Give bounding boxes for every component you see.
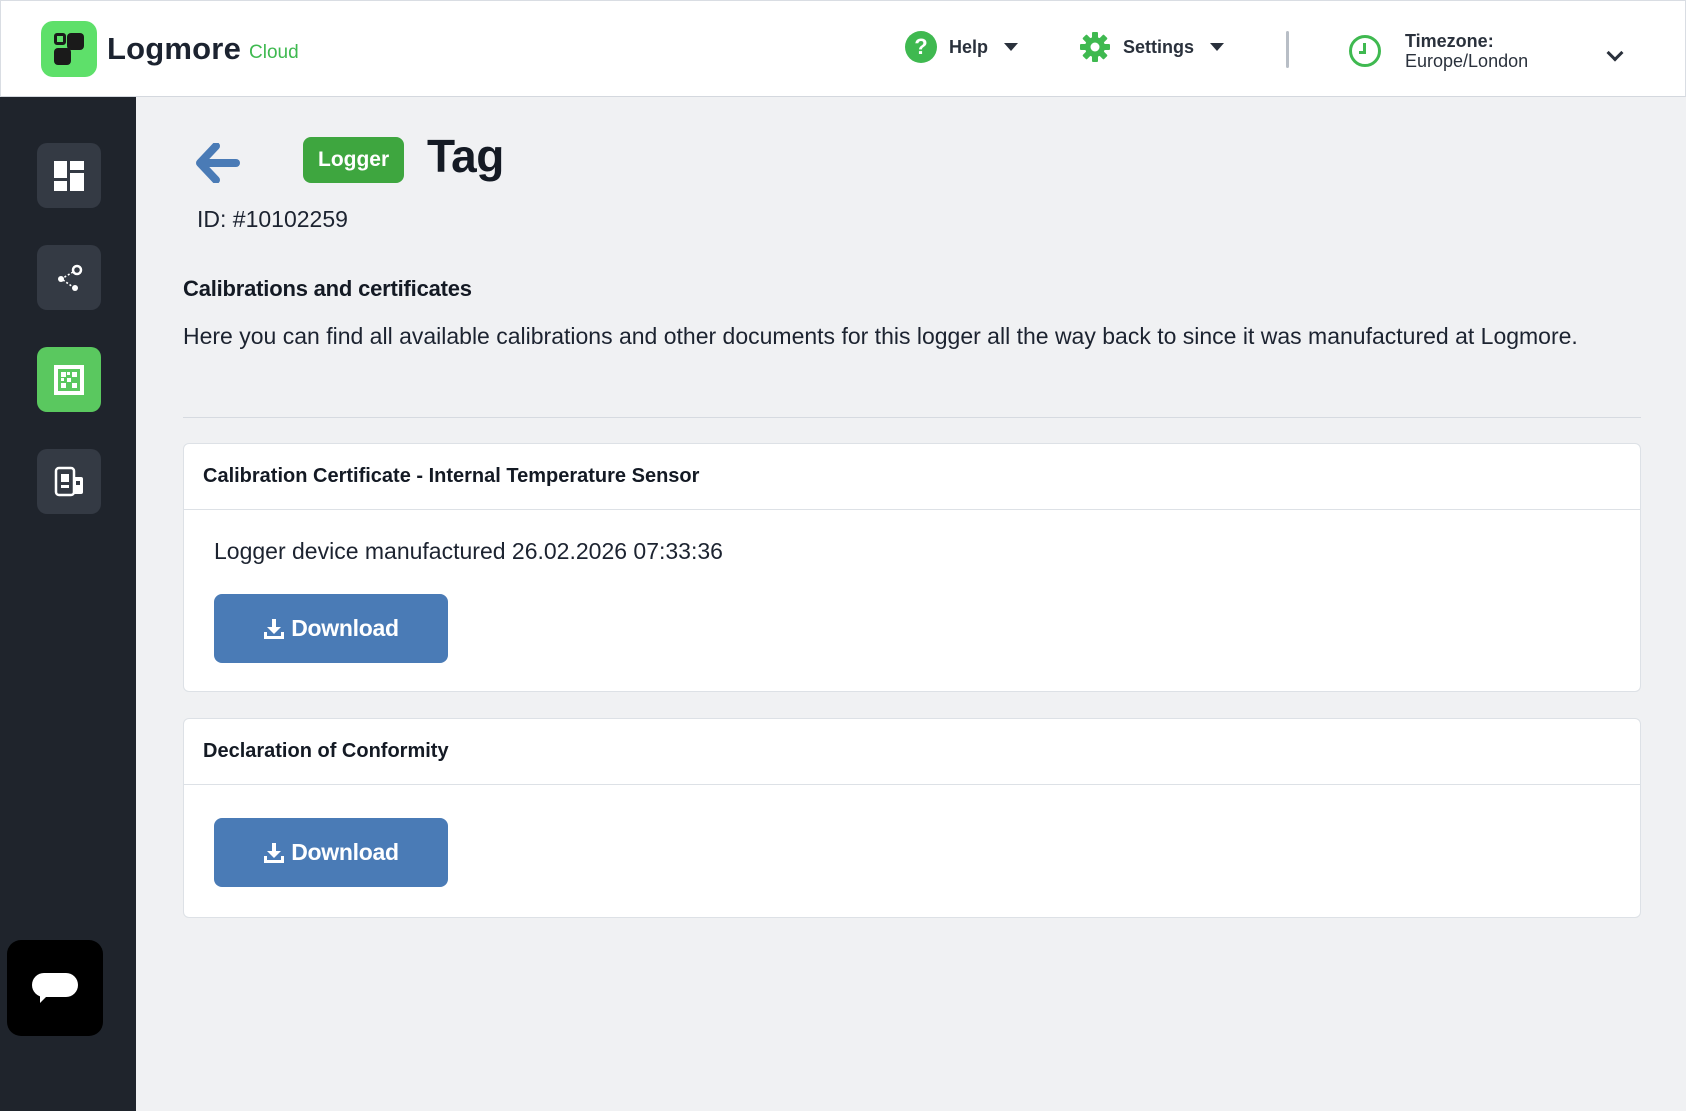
- help-menu[interactable]: ? Help: [905, 31, 1019, 63]
- help-icon: ?: [905, 31, 937, 63]
- download-label: Download: [291, 615, 399, 641]
- manufactured-text: Logger device manufactured 26.02.2026 07…: [214, 538, 723, 564]
- declaration-of-conformity-card: Declaration of Conformity Download: [183, 718, 1641, 918]
- tag-id: ID: #10102259: [197, 206, 348, 232]
- brand-sub: Cloud: [249, 42, 299, 63]
- settings-menu[interactable]: Settings: [1079, 31, 1225, 63]
- chat-bubble-icon: [32, 973, 78, 997]
- sidebar-item-tags[interactable]: [37, 347, 101, 412]
- dashboard-icon: [54, 160, 84, 191]
- sidebar-item-dashboard[interactable]: [37, 143, 101, 208]
- calibration-certificate-card: Calibration Certificate - Internal Tempe…: [183, 443, 1641, 692]
- caret-down-icon: [1004, 43, 1019, 51]
- logo-mark-icon: [41, 21, 97, 77]
- section-description: Here you can find all available calibrat…: [183, 323, 1578, 349]
- share-network-icon: [58, 264, 83, 291]
- device-loggers-icon: [54, 466, 83, 496]
- top-header: Logmore Cloud ? Help Settings Timezone: …: [0, 0, 1686, 97]
- type-badge: Logger: [303, 137, 405, 183]
- download-declaration-button[interactable]: Download: [214, 818, 448, 887]
- sidebar-item-share[interactable]: [37, 245, 101, 310]
- download-icon: [264, 842, 285, 863]
- download-label: Download: [291, 839, 399, 865]
- card-title: Declaration of Conformity: [184, 719, 1640, 785]
- brand-name: Logmore: [107, 31, 242, 66]
- qr-code-icon: [54, 364, 84, 395]
- divider: [183, 417, 1641, 418]
- settings-label: Settings: [1123, 36, 1195, 57]
- chat-button[interactable]: [7, 940, 103, 1036]
- timezone-label: Timezone:: [1405, 31, 1494, 51]
- caret-down-icon: [1210, 43, 1225, 51]
- chevron-down-icon: [1606, 44, 1624, 62]
- logo[interactable]: Logmore Cloud: [41, 21, 299, 77]
- gear-icon: [1080, 32, 1110, 62]
- card-title: Calibration Certificate - Internal Tempe…: [184, 444, 1640, 510]
- back-button[interactable]: [196, 142, 240, 188]
- download-icon: [264, 618, 285, 639]
- section-heading: Calibrations and certificates: [183, 276, 472, 301]
- page-title: Tag: [427, 130, 504, 182]
- timezone-value: Europe/London: [1405, 51, 1529, 71]
- sidebar-item-devices[interactable]: [37, 449, 101, 514]
- header-divider: [1286, 31, 1289, 68]
- help-label: Help: [949, 36, 989, 57]
- arrow-left-icon: [196, 142, 240, 184]
- clock-icon: [1349, 35, 1381, 67]
- sidebar: [0, 97, 136, 1111]
- download-calibration-button[interactable]: Download: [214, 594, 448, 663]
